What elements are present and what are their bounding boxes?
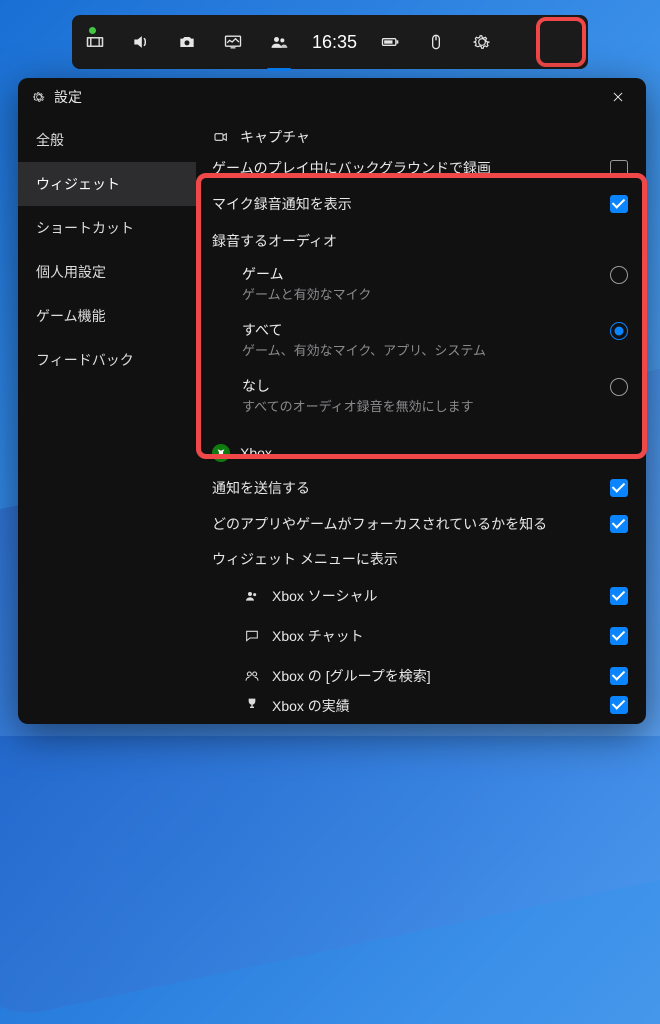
audio-opt-all-desc: ゲーム、有効なマイク、アプリ、システム [242, 342, 486, 360]
widget-social-row[interactable]: Xbox ソーシャル [212, 576, 628, 616]
mic-notify-label: マイク録音通知を表示 [212, 194, 352, 214]
mouse-icon [425, 31, 447, 53]
trophy-icon [242, 696, 262, 712]
xbox-focus-label: どのアプリやゲームがフォーカスされているかを知る [212, 514, 547, 534]
widget-lfg-label: Xbox の [グループを検索] [272, 666, 610, 686]
audio-opt-none-radio[interactable] [610, 378, 628, 396]
gear-icon [471, 31, 493, 53]
widgets-icon [84, 31, 106, 53]
audio-opt-none-desc: すべてのオーディオ録音を無効にします [242, 398, 474, 416]
widget-achievements-label: Xbox の実績 [272, 696, 610, 716]
xbox-section-label: Xbox [240, 445, 272, 461]
audio-opt-all-title: すべて [242, 320, 486, 340]
widget-achievements-row[interactable]: Xbox の実績 [212, 696, 628, 722]
widget-chat-row[interactable]: Xbox チャット [212, 616, 628, 656]
sidebar-item-general[interactable]: 全般 [18, 118, 196, 162]
gamebar-audio-button[interactable] [118, 15, 164, 69]
audio-opt-game-radio[interactable] [610, 266, 628, 284]
audio-opt-game[interactable]: ゲーム ゲームと有効なマイク [212, 258, 628, 314]
mic-notify-checkbox[interactable] [610, 195, 628, 213]
gamebar-clock: 16:35 [302, 15, 367, 69]
settings-sidebar: 全般 ウィジェット ショートカット 個人用設定 ゲーム機能 フィードバック [18, 116, 196, 724]
gamebar-performance-button[interactable] [210, 15, 256, 69]
capture-section-header: キャプチャ [212, 120, 628, 154]
widget-chat-label: Xbox チャット [272, 626, 610, 646]
people-icon [268, 31, 290, 53]
performance-icon [222, 31, 244, 53]
xbox-notify-label: 通知を送信する [212, 478, 310, 498]
gamebar-battery-button[interactable] [367, 15, 413, 69]
xbox-gamebar: 16:35 [72, 15, 588, 69]
xbox-focus-row[interactable]: どのアプリやゲームがフォーカスされているかを知る [212, 506, 628, 542]
widget-lfg-row[interactable]: Xbox の [グループを検索] [212, 656, 628, 696]
gear-icon [32, 90, 46, 104]
chat-icon [242, 628, 262, 644]
audio-to-record-label: 録音するオーディオ [212, 224, 628, 258]
widget-social-checkbox[interactable] [610, 587, 628, 605]
status-dot-icon [89, 27, 96, 34]
xbox-notify-row[interactable]: 通知を送信する [212, 470, 628, 506]
gamebar-social-button[interactable] [256, 15, 302, 69]
sidebar-item-gaming-features[interactable]: ゲーム機能 [18, 294, 196, 338]
settings-window: 設定 全般 ウィジェット ショートカット 個人用設定 ゲーム機能 フィードバック… [18, 78, 646, 724]
bg-record-row[interactable]: ゲームのプレイ中にバックグラウンドで録画 [212, 154, 628, 182]
close-button[interactable] [604, 83, 632, 111]
widget-chat-checkbox[interactable] [610, 627, 628, 645]
gamebar-mouse-button[interactable] [413, 15, 459, 69]
group-search-icon [242, 668, 262, 684]
bg-record-checkbox[interactable] [610, 160, 628, 178]
mic-notify-row[interactable]: マイク録音通知を表示 [212, 186, 628, 222]
camera-icon [176, 31, 198, 53]
highlight-gear-icon [536, 17, 586, 67]
widget-lfg-checkbox[interactable] [610, 667, 628, 685]
xbox-focus-checkbox[interactable] [610, 515, 628, 533]
camcorder-icon [212, 128, 230, 146]
volume-icon [130, 31, 152, 53]
sidebar-item-widgets[interactable]: ウィジェット [18, 162, 196, 206]
xbox-icon [212, 444, 230, 462]
gamebar-settings-button[interactable] [459, 15, 505, 69]
settings-content: キャプチャ ゲームのプレイ中にバックグラウンドで録画 マイク録音通知を表示 録音… [196, 116, 646, 724]
settings-header: 設定 [18, 78, 646, 116]
audio-opt-none-title: なし [242, 376, 474, 396]
sidebar-item-shortcuts[interactable]: ショートカット [18, 206, 196, 250]
widget-achievements-checkbox[interactable] [610, 696, 628, 714]
xbox-notify-checkbox[interactable] [610, 479, 628, 497]
audio-opt-all[interactable]: すべて ゲーム、有効なマイク、アプリ、システム [212, 314, 628, 370]
people-icon [242, 588, 262, 604]
gamebar-widgets-button[interactable] [72, 15, 118, 69]
gamebar-capture-button[interactable] [164, 15, 210, 69]
audio-opt-none[interactable]: なし すべてのオーディオ録音を無効にします [212, 370, 628, 426]
battery-icon [379, 31, 401, 53]
audio-opt-game-title: ゲーム [242, 264, 371, 284]
audio-opt-all-radio[interactable] [610, 322, 628, 340]
widget-social-label: Xbox ソーシャル [272, 586, 610, 606]
bg-record-label: ゲームのプレイ中にバックグラウンドで録画 [212, 158, 491, 178]
capture-section-label: キャプチャ [240, 127, 310, 147]
audio-opt-game-desc: ゲームと有効なマイク [242, 286, 371, 304]
xbox-section-header: Xbox [212, 436, 628, 470]
settings-title: 設定 [54, 87, 82, 107]
sidebar-item-personalization[interactable]: 個人用設定 [18, 250, 196, 294]
sidebar-item-feedback[interactable]: フィードバック [18, 338, 196, 382]
widget-menu-label: ウィジェット メニューに表示 [212, 542, 628, 576]
